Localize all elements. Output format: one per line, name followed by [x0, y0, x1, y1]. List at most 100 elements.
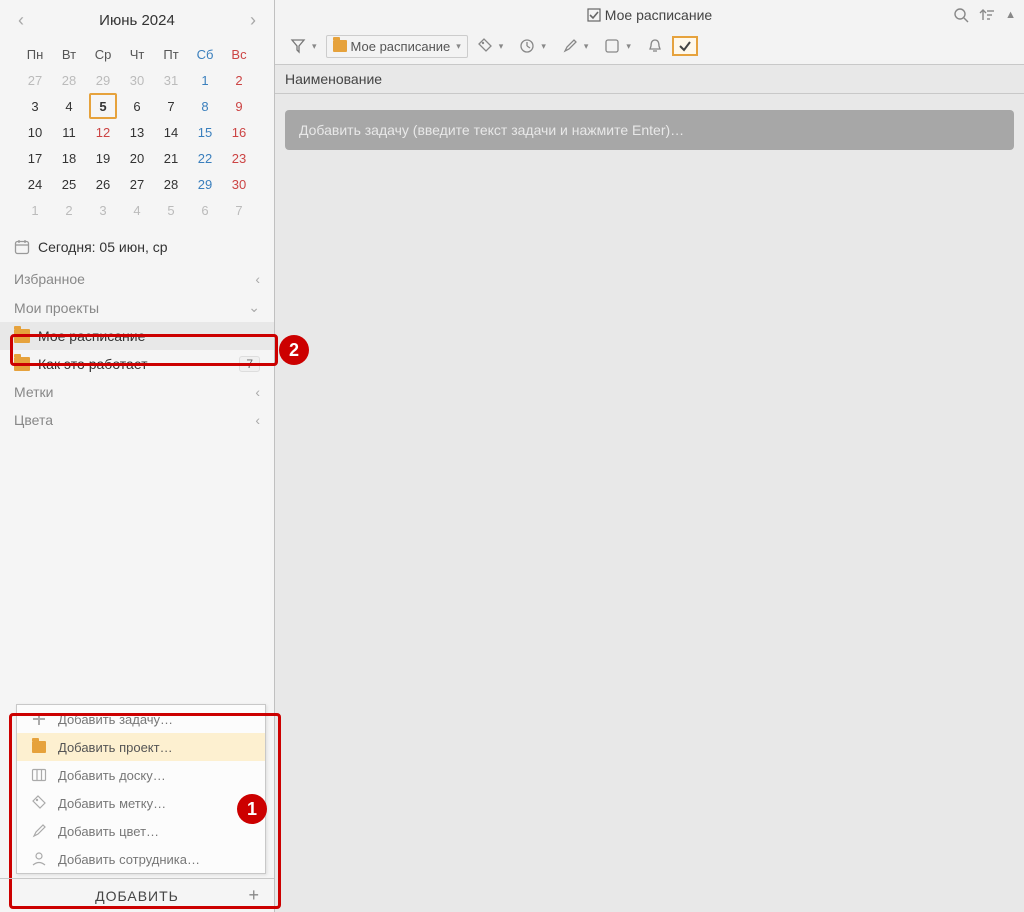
check-icon [678, 39, 692, 53]
calendar-day[interactable]: 5 [89, 93, 117, 119]
section-labels[interactable]: Метки ‹ [0, 378, 274, 406]
calendar-title: Июнь 2024 [99, 12, 175, 29]
calendar-day[interactable]: 27 [21, 67, 49, 93]
calendar-day[interactable]: 28 [157, 171, 185, 197]
completed-filter-button[interactable] [672, 36, 698, 56]
calendar-day[interactable]: 7 [157, 93, 185, 119]
menu-add-member[interactable]: Добавить сотрудника… [17, 845, 265, 873]
calendar-day[interactable]: 23 [225, 145, 253, 171]
calendar-day[interactable]: 30 [123, 67, 151, 93]
folder-icon [14, 357, 30, 371]
clock-icon [519, 38, 535, 54]
chevron-left-icon: ‹ [255, 271, 260, 287]
calendar-prev-button[interactable]: ‹ [10, 6, 32, 35]
calendar-day[interactable]: 2 [55, 197, 83, 223]
calendar-day[interactable]: 3 [21, 93, 49, 119]
calendar-icon [14, 239, 30, 255]
calendar-dow: Вс [225, 41, 253, 67]
tag-filter-button[interactable]: ▾ [470, 34, 511, 58]
calendar-day[interactable]: 29 [191, 171, 219, 197]
calendar-dow: Чт [123, 41, 151, 67]
menu-add-board[interactable]: Добавить доску… [17, 761, 265, 789]
collapse-icon[interactable]: ▲ [1005, 9, 1016, 21]
calendar-day[interactable]: 13 [123, 119, 151, 145]
annotation-callout-1: 1 [237, 794, 267, 824]
calendar-day[interactable]: 1 [191, 67, 219, 93]
search-icon[interactable] [953, 7, 969, 23]
calendar-day[interactable]: 27 [123, 171, 151, 197]
calendar-day[interactable]: 10 [21, 119, 49, 145]
calendar-day[interactable]: 17 [21, 145, 49, 171]
menu-add-project[interactable]: Добавить проект… [17, 733, 265, 761]
project-how-it-works[interactable]: Как это работает 7 [0, 350, 274, 378]
calendar-day[interactable]: 20 [123, 145, 151, 171]
section-my-projects[interactable]: Мои проекты ⌄ [0, 293, 274, 322]
add-menu-popup: Добавить задачу… Добавить проект… Добави… [16, 704, 266, 874]
chevron-down-icon: ⌄ [248, 299, 260, 316]
color-filter-button[interactable]: ▾ [555, 34, 596, 58]
sort-icon[interactable] [979, 7, 995, 23]
calendar-day[interactable]: 11 [55, 119, 83, 145]
today-label: Сегодня: 05 июн, ср [38, 239, 168, 255]
calendar-dow: Сб [191, 41, 219, 67]
calendar-day[interactable]: 25 [55, 171, 83, 197]
calendar-day[interactable]: 31 [157, 67, 185, 93]
calendar-day[interactable]: 1 [21, 197, 49, 223]
brush-icon [30, 822, 48, 840]
calendar-dow: Пт [157, 41, 185, 67]
calendar-day[interactable]: 8 [191, 93, 219, 119]
calendar-day[interactable]: 21 [157, 145, 185, 171]
time-filter-button[interactable]: ▾ [512, 34, 553, 58]
menu-add-label[interactable]: Добавить метку… [17, 789, 265, 817]
calendar-day[interactable]: 7 [225, 197, 253, 223]
calendar-day[interactable]: 26 [89, 171, 117, 197]
calendar-day[interactable]: 6 [123, 93, 151, 119]
board-icon [30, 766, 48, 784]
square-icon [604, 38, 620, 54]
section-colors[interactable]: Цвета ‹ [0, 406, 274, 434]
calendar-day[interactable]: 22 [191, 145, 219, 171]
page-title: Мое расписание [587, 7, 712, 23]
menu-add-task[interactable]: Добавить задачу… [17, 705, 265, 733]
calendar-next-button[interactable]: › [242, 6, 264, 35]
today-link[interactable]: Сегодня: 05 июн, ср [0, 231, 274, 265]
person-icon [30, 850, 48, 868]
section-favorites[interactable]: Избранное ‹ [0, 265, 274, 293]
reminder-button[interactable] [640, 34, 670, 58]
calendar-day[interactable]: 14 [157, 119, 185, 145]
shape-filter-button[interactable]: ▾ [597, 34, 638, 58]
calendar-day[interactable]: 6 [191, 197, 219, 223]
calendar-day[interactable]: 9 [225, 93, 253, 119]
column-header-name[interactable]: Наименование [275, 65, 1024, 94]
calendar-day[interactable]: 2 [225, 67, 253, 93]
project-crumb-button[interactable]: Мое расписание ▾ [326, 35, 468, 58]
calendar-day[interactable]: 4 [55, 93, 83, 119]
filter-button[interactable]: ▾ [283, 34, 324, 58]
calendar-day[interactable]: 18 [55, 145, 83, 171]
calendar-day[interactable]: 29 [89, 67, 117, 93]
chevron-left-icon: ‹ [255, 412, 260, 428]
menu-add-color[interactable]: Добавить цвет… [17, 817, 265, 845]
calendar-grid: ПнВтСрЧтПтСбВс 2728293031123456789101112… [0, 39, 274, 231]
calendar-day[interactable]: 15 [191, 119, 219, 145]
calendar-dow: Пн [21, 41, 49, 67]
add-task-input[interactable]: Добавить задачу (введите текст задачи и … [285, 110, 1014, 150]
calendar-day[interactable]: 28 [55, 67, 83, 93]
funnel-icon [290, 38, 306, 54]
add-button[interactable]: ДОБАВИТЬ + [0, 878, 274, 912]
calendar-day[interactable]: 5 [157, 197, 185, 223]
calendar-day[interactable]: 16 [225, 119, 253, 145]
calendar-day[interactable]: 4 [123, 197, 151, 223]
count-badge: 7 [239, 356, 260, 372]
calendar-dow: Ср [89, 41, 117, 67]
calendar-day[interactable]: 24 [21, 171, 49, 197]
calendar-day[interactable]: 12 [89, 119, 117, 145]
folder-icon [30, 738, 48, 756]
tag-icon [30, 794, 48, 812]
plus-icon [30, 710, 48, 728]
checkbox-icon [587, 8, 601, 22]
project-my-schedule[interactable]: Мое расписание [0, 322, 274, 350]
calendar-day[interactable]: 30 [225, 171, 253, 197]
calendar-day[interactable]: 3 [89, 197, 117, 223]
calendar-day[interactable]: 19 [89, 145, 117, 171]
